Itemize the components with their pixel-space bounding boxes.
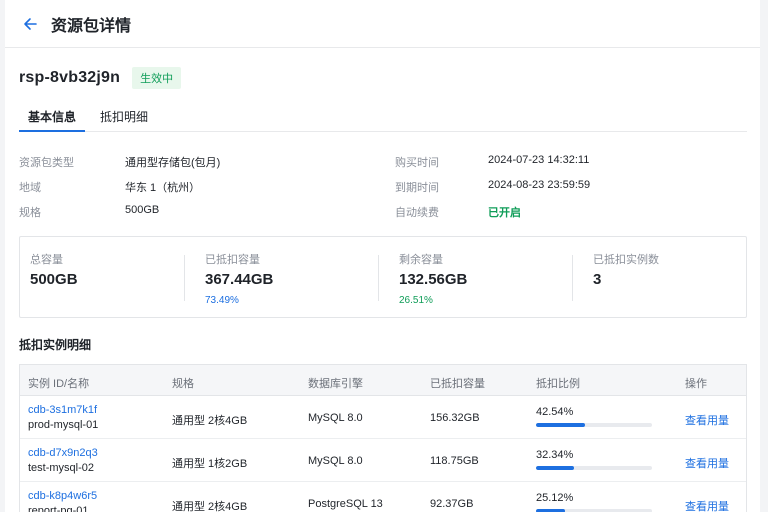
view-usage-link[interactable]: 查看用量 [685,498,729,512]
instance-id-link[interactable]: cdb-k8p4w6r5 [28,490,97,502]
table-header: 实例 ID/名称 规格 数据库引擎 已抵扣容量 抵扣比例 操作 [20,365,746,396]
ratio-progress-fill [536,423,586,427]
column-header: 操作 [685,378,707,390]
deduction-table: 实例 ID/名称 规格 数据库引擎 已抵扣容量 抵扣比例 操作 cdb-3s1m… [19,364,747,512]
instance-name: prod-mysql-01 [28,419,99,431]
view-usage-link[interactable]: 查看用量 [685,455,729,471]
stat-total-label: 总容量 [30,254,63,266]
ratio-progress-bar [536,466,652,470]
page: 资源包详情 rsp-8vb32j9n 生效中 基本信息 抵扣明细 资源包类型 通… [5,0,760,512]
ratio-progress-bar [536,423,652,427]
stat-remaining-label: 剩余容量 [399,254,443,266]
instance-id-link[interactable]: cdb-d7x9n2q3 [28,447,98,459]
tab-basic-info[interactable]: 基本信息 [19,104,86,132]
page-title: 资源包详情 [51,17,132,35]
stat-remaining-value: 132.56GB [399,271,468,288]
info-region-value: 华东 1（杭州） [125,182,201,194]
info-expire-label: 到期时间 [395,182,439,194]
info-spec-label: 规格 [19,207,41,219]
top-bar: 资源包详情 [5,0,760,48]
stat-divider [378,255,379,301]
instance-engine: MySQL 8.0 [308,455,363,467]
tab-deduction-details[interactable]: 抵扣明细 [91,104,157,132]
capacity-stats-card: 总容量 500GB 已抵扣容量 367.44GB 73.49% 剩余容量 132… [19,236,747,318]
package-id: rsp-8vb32j9n [19,69,121,86]
stat-divider [184,255,185,301]
info-purchase-label: 购买时间 [395,157,439,169]
ratio-text: 25.12% [536,492,574,504]
stat-used-value: 367.44GB [205,271,274,288]
info-renew-label: 自动续费 [395,207,439,219]
column-header: 实例 ID/名称 [28,378,90,390]
instance-used: 92.37GB [430,498,474,510]
stat-used-label: 已抵扣容量 [205,254,260,266]
info-type-label: 资源包类型 [19,157,74,169]
info-spec-value: 500GB [125,204,160,216]
stat-used-percent: 73.49% [205,295,239,306]
package-title-row: rsp-8vb32j9n 生效中 [19,67,182,89]
table-row: cdb-k8p4w6r5 report-pg-01 通用型 2核4GB Post… [20,482,746,512]
instance-name: test-mysql-02 [28,462,95,474]
tab-bar: 基本信息 抵扣明细 [19,104,747,132]
instance-used: 156.32GB [430,412,480,424]
instance-engine: PostgreSQL 13 [308,498,383,510]
stat-remaining-percent: 26.51% [399,295,433,306]
column-header: 抵扣比例 [536,378,580,390]
instance-engine: MySQL 8.0 [308,412,363,424]
info-renew-value: 已开启 [488,207,521,219]
instance-spec: 通用型 2核4GB [172,501,248,512]
section-title: 抵扣实例明细 [19,338,92,352]
view-usage-link[interactable]: 查看用量 [685,412,729,428]
status-badge: 生效中 [132,67,182,89]
info-expire-value: 2024-08-23 23:59:59 [488,179,591,191]
instance-spec: 通用型 2核4GB [172,415,248,427]
instance-name: report-pg-01 [28,505,89,512]
ratio-text: 32.34% [536,449,574,461]
ratio-text: 42.54% [536,406,574,418]
stat-instance-count-label: 已抵扣实例数 [593,254,659,266]
table-row: cdb-d7x9n2q3 test-mysql-02 通用型 1核2GB MyS… [20,439,746,482]
info-region-label: 地域 [19,182,41,194]
ratio-progress-fill [536,466,574,470]
column-header: 已抵扣容量 [430,378,485,390]
instance-used: 118.75GB [430,455,479,467]
instance-id-link[interactable]: cdb-3s1m7k1f [28,404,97,416]
instance-spec: 通用型 1核2GB [172,458,248,470]
table-row: cdb-3s1m7k1f prod-mysql-01 通用型 2核4GB MyS… [20,396,746,439]
info-purchase-value: 2024-07-23 14:32:11 [488,154,590,166]
column-header: 规格 [172,378,194,390]
info-type-value: 通用型存储包(包月) [125,157,221,169]
back-arrow-icon[interactable] [19,13,41,35]
column-header: 数据库引擎 [308,378,363,390]
stat-divider [572,255,573,301]
stat-instance-count-value: 3 [593,271,602,288]
stat-total-value: 500GB [30,271,78,288]
